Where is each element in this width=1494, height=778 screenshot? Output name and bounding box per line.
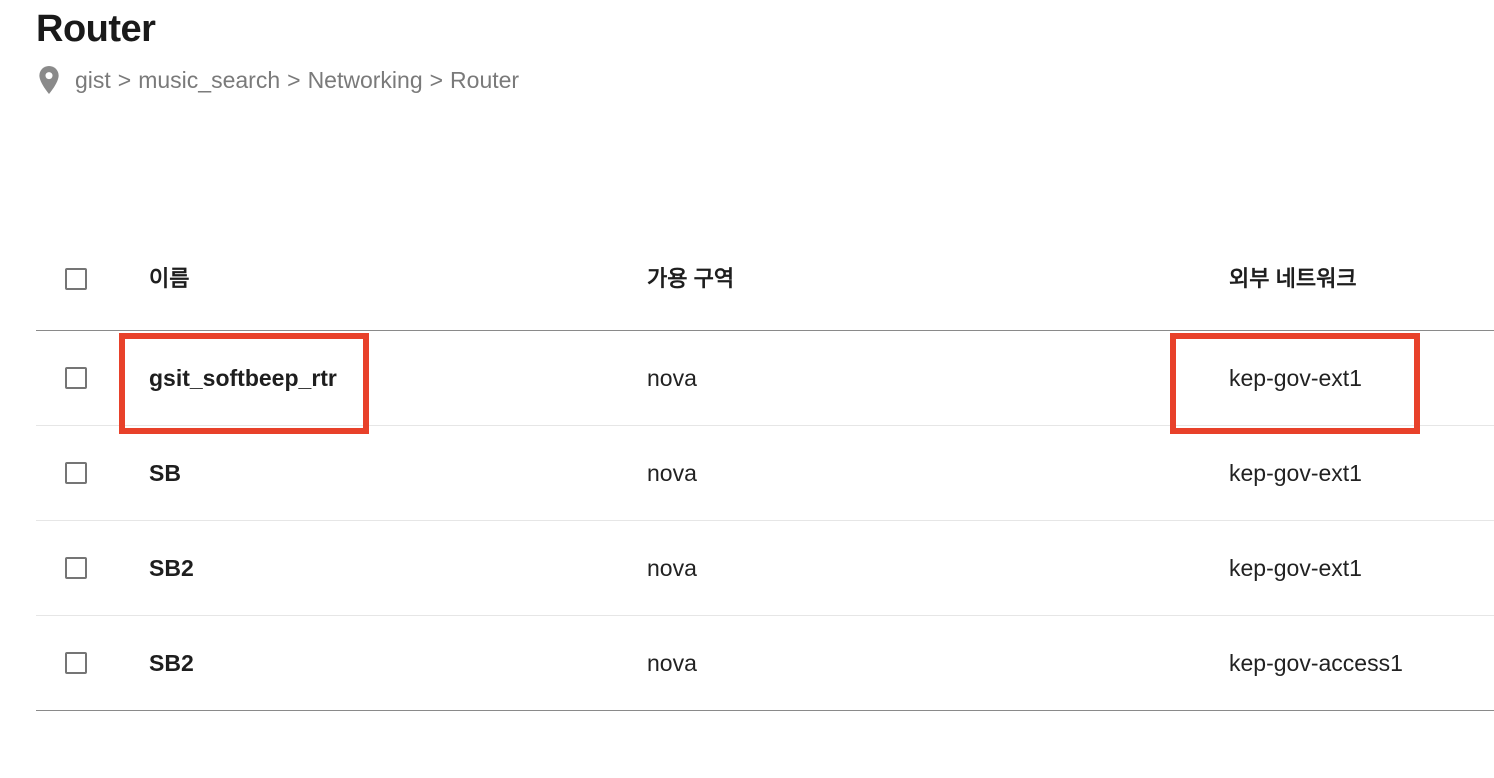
column-header-availability-zone[interactable]: 가용 구역 xyxy=(647,264,734,294)
router-name-link[interactable]: SB2 xyxy=(149,648,194,678)
breadcrumb: gist > music_search > Networking > Route… xyxy=(38,64,519,96)
external-network-cell: kep-gov-ext1 xyxy=(1229,460,1362,486)
breadcrumb-separator: > xyxy=(117,67,132,93)
column-header-name[interactable]: 이름 xyxy=(149,264,189,294)
router-name-link[interactable]: SB2 xyxy=(149,553,194,583)
external-network-cell: kep-gov-ext1 xyxy=(1229,555,1362,581)
router-name-link[interactable]: gsit_softbeep_rtr xyxy=(149,363,337,393)
breadcrumb-item-gist[interactable]: gist xyxy=(75,64,111,96)
external-network-cell: kep-gov-ext1 xyxy=(1229,365,1362,391)
row-checkbox[interactable] xyxy=(65,367,87,389)
column-header-external-network[interactable]: 외부 네트워크 xyxy=(1229,264,1357,294)
table-row: SB2 nova kep-gov-ext1 xyxy=(36,521,1494,616)
breadcrumb-item-project[interactable]: music_search xyxy=(138,64,280,96)
availability-zone-cell: nova xyxy=(647,650,697,676)
table-row: gsit_softbeep_rtr nova kep-gov-ext1 xyxy=(36,331,1494,426)
select-all-checkbox[interactable] xyxy=(65,267,87,290)
row-checkbox[interactable] xyxy=(65,462,87,484)
page-title: Router xyxy=(36,8,156,50)
row-checkbox[interactable] xyxy=(65,557,87,579)
location-pin-icon xyxy=(39,66,59,94)
availability-zone-cell: nova xyxy=(647,365,697,391)
router-name-link[interactable]: SB xyxy=(149,458,181,488)
availability-zone-cell: nova xyxy=(647,555,697,581)
breadcrumb-item-networking[interactable]: Networking xyxy=(308,64,423,96)
external-network-cell: kep-gov-access1 xyxy=(1229,650,1403,676)
availability-zone-cell: nova xyxy=(647,460,697,486)
router-table: 이름 가용 구역 외부 네트워크 gsit_softbeep_rtr nova … xyxy=(36,227,1494,711)
table-header-row: 이름 가용 구역 외부 네트워크 xyxy=(36,227,1494,331)
table-row: SB2 nova kep-gov-access1 xyxy=(36,616,1494,711)
row-checkbox[interactable] xyxy=(65,652,87,674)
breadcrumb-item-router: Router xyxy=(450,67,520,93)
breadcrumb-separator: > xyxy=(287,67,301,93)
table-row: SB nova kep-gov-ext1 xyxy=(36,426,1494,521)
breadcrumb-separator: > xyxy=(429,67,444,93)
